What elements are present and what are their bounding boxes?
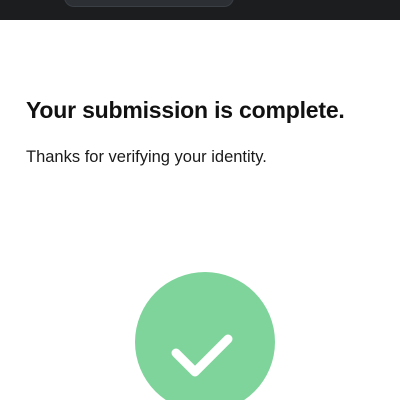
confirmation-content: Your submission is complete. Thanks for … bbox=[26, 96, 386, 168]
success-badge bbox=[135, 272, 275, 400]
confirmation-screen: Your submission is complete. Thanks for … bbox=[0, 0, 400, 400]
confirmation-message: Thanks for verifying your identity. bbox=[26, 148, 267, 166]
check-icon bbox=[171, 334, 233, 377]
page-title: Your submission is complete. bbox=[26, 97, 345, 123]
top-handle bbox=[64, 0, 234, 7]
status-bar bbox=[0, 0, 400, 20]
